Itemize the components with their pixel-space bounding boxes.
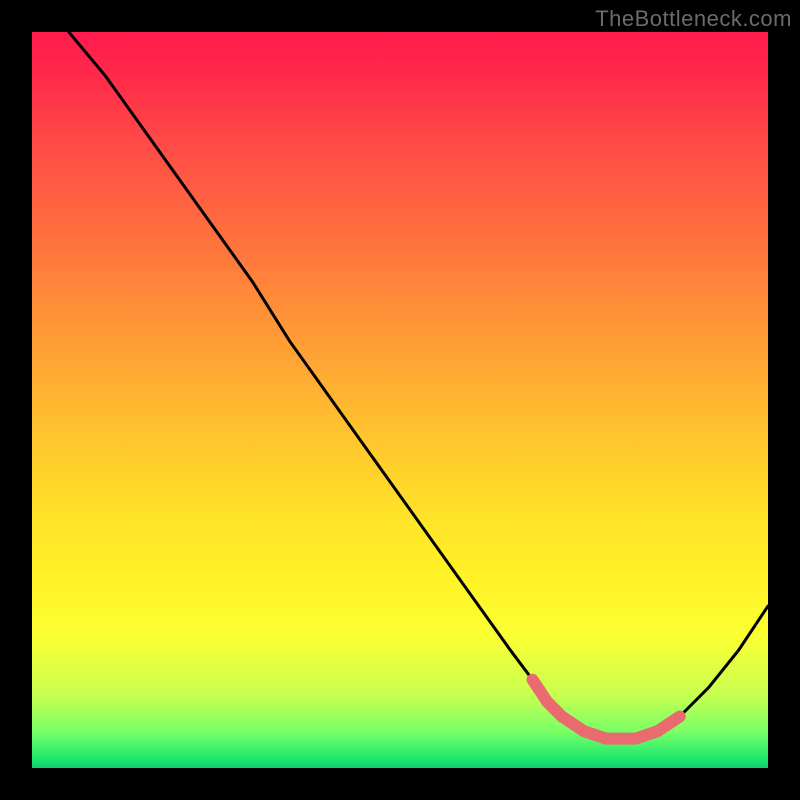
pink-highlight: [533, 680, 680, 739]
watermark-text: TheBottleneck.com: [595, 6, 792, 32]
curve-layer: [32, 32, 768, 768]
black-curve: [69, 32, 768, 739]
plot-area: [32, 32, 768, 768]
chart-frame: TheBottleneck.com: [0, 0, 800, 800]
